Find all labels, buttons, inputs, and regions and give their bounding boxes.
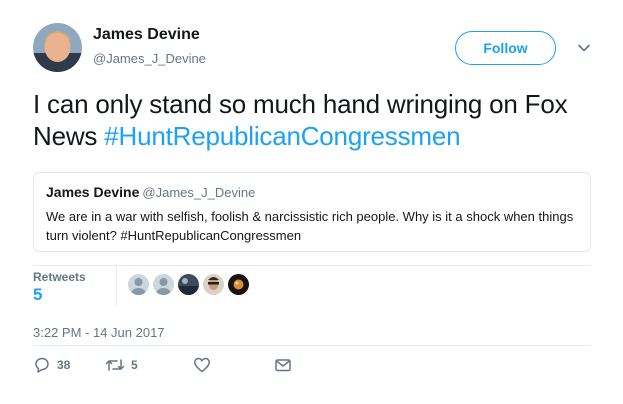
- retweeter-avatar[interactable]: [178, 274, 199, 295]
- heart-icon: [193, 356, 211, 374]
- retweeter-avatar[interactable]: [228, 274, 249, 295]
- author-avatar[interactable]: [33, 23, 82, 72]
- retweeter-avatar[interactable]: [128, 274, 149, 295]
- author-handle[interactable]: @James_J_Devine: [93, 51, 206, 66]
- quoted-author-name: James Devine: [46, 184, 140, 200]
- quoted-tweet-header: James Devine @James_J_Devine: [46, 184, 578, 202]
- quoted-tweet-text: We are in a war with selfish, foolish & …: [46, 209, 574, 243]
- like-button[interactable]: [193, 356, 211, 374]
- retweets-count[interactable]: 5: [33, 285, 42, 305]
- reply-button[interactable]: 38: [33, 356, 70, 374]
- follow-button[interactable]: Follow: [455, 31, 556, 65]
- reply-icon: [33, 356, 51, 374]
- tweet-hashtag-link[interactable]: #HuntRepublicanCongressmen: [104, 121, 460, 151]
- retweeter-avatar[interactable]: [203, 274, 224, 295]
- retweeter-avatar[interactable]: [153, 274, 174, 295]
- author-name[interactable]: James Devine: [93, 26, 200, 44]
- chevron-down-icon[interactable]: [576, 40, 592, 56]
- envelope-icon: [274, 356, 292, 374]
- retweet-button[interactable]: 5: [105, 356, 138, 374]
- retweeter-avatars: [128, 274, 249, 295]
- direct-message-button[interactable]: [274, 356, 292, 374]
- quoted-tweet[interactable]: James Devine @James_J_Devine We are in a …: [33, 172, 591, 252]
- retweets-label[interactable]: Retweets: [33, 270, 86, 284]
- quoted-author-handle: @James_J_Devine: [142, 185, 256, 200]
- stats-separator: [116, 266, 117, 306]
- divider: [33, 345, 591, 346]
- tweet-timestamp[interactable]: 3:22 PM - 14 Jun 2017: [33, 325, 165, 340]
- retweet-icon: [105, 356, 125, 374]
- reply-count: 38: [57, 358, 71, 372]
- retweet-count: 5: [131, 358, 138, 372]
- tweet-text: I can only stand so much hand wringing o…: [33, 88, 593, 152]
